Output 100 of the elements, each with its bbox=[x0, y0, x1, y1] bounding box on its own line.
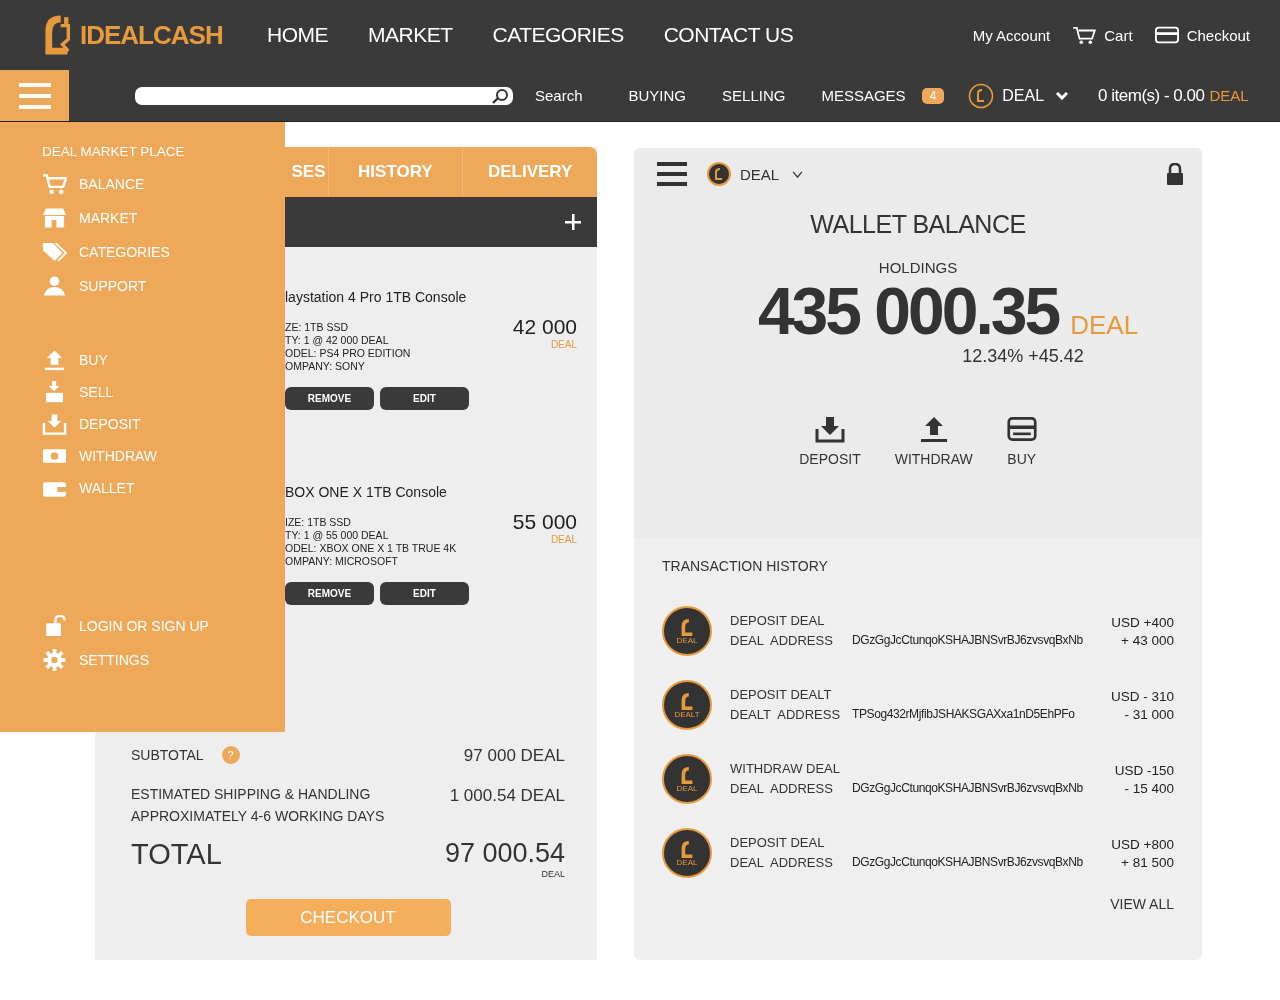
tag-icon bbox=[42, 241, 67, 263]
deal-amount: + 81 500 bbox=[1121, 854, 1174, 870]
subtotal-label: SUBTOTAL bbox=[131, 747, 204, 763]
wallet-address: TPSog432rMjfibJSHAKSGAXxa1nD5EhPFo bbox=[852, 707, 1075, 721]
transaction-type: DEPOSIT DEAL bbox=[730, 613, 826, 629]
message-count-badge: 4 bbox=[921, 87, 945, 104]
side-menu-title: DEAL MARKET PLACE bbox=[42, 144, 186, 159]
product-price: 42 000 bbox=[512, 315, 577, 339]
search-field[interactable] bbox=[135, 86, 513, 105]
usd-amount: USD +400 bbox=[1111, 614, 1174, 630]
download-icon bbox=[42, 413, 67, 435]
usd-amount: USD -150 bbox=[1114, 762, 1174, 778]
store-icon bbox=[42, 207, 67, 229]
cart-icon bbox=[42, 173, 67, 195]
coin-icon bbox=[968, 82, 995, 109]
balance-change: 12.34% +45.42 bbox=[962, 346, 1084, 367]
usd-amount: USD - 310 bbox=[1110, 688, 1174, 704]
coin-logo: DEALT bbox=[662, 680, 712, 730]
deal-amount: + 43 000 bbox=[1121, 632, 1174, 648]
wallet-address: DGzGgJcCtunqoKSHAJBNSvrBJ6zvsvqBxNb bbox=[852, 633, 1083, 647]
credit-card-icon bbox=[1154, 26, 1179, 44]
shipping-label: ESTIMATED SHIPPING & HANDLING bbox=[131, 786, 372, 802]
account-link[interactable]: My Account bbox=[972, 26, 1051, 44]
product-detail: ZE: 1TB SSD bbox=[285, 321, 349, 334]
plus-icon[interactable] bbox=[565, 214, 581, 230]
chevron-down-icon bbox=[792, 170, 804, 178]
wallet-title: WALLET BALANCE bbox=[810, 210, 1026, 239]
address-label: DEAL ADDRESS bbox=[730, 855, 834, 871]
credit-card-icon bbox=[1006, 415, 1037, 443]
item-action-button[interactable]: EDIT bbox=[380, 387, 469, 410]
address-label: DEALT ADDRESS bbox=[730, 707, 842, 723]
account-link[interactable]: Checkout bbox=[1154, 26, 1250, 44]
wallet-address: DGzGgJcCtunqoKSHAJBNSvrBJ6zvsvqBxNb bbox=[852, 855, 1083, 869]
usd-amount: USD +800 bbox=[1111, 836, 1174, 852]
user-icon bbox=[42, 275, 67, 297]
address-label: DEAL ADDRESS bbox=[730, 633, 834, 649]
cart-currency: DEAL bbox=[1209, 86, 1249, 104]
item-action-button[interactable]: REMOVE bbox=[285, 387, 374, 410]
product-detail: TY: 1 @ 42 000 DEAL bbox=[285, 334, 390, 347]
menu-icon bbox=[18, 82, 51, 109]
deal-amount: - 15 400 bbox=[1124, 780, 1174, 796]
product-detail: ODEL: PS4 PRO EDITION bbox=[285, 347, 411, 360]
address-label: DEAL ADDRESS bbox=[730, 781, 834, 797]
coin-logo: DEAL bbox=[662, 754, 712, 804]
balance-currency: DEAL bbox=[1070, 310, 1139, 341]
product-title: laystation 4 Pro 1TB Console bbox=[285, 289, 468, 305]
account-link[interactable]: Cart bbox=[1072, 26, 1133, 44]
deal-amount: - 31 000 bbox=[1124, 706, 1174, 722]
transaction-type: DEPOSIT DEALT bbox=[730, 687, 833, 703]
product-title: BOX ONE X 1TB Console bbox=[285, 484, 448, 500]
logo-text[interactable]: IDEALCASH bbox=[80, 19, 223, 51]
coin-icon bbox=[707, 162, 731, 186]
view-all-link[interactable]: VIEW ALL bbox=[1110, 896, 1174, 912]
nav-link[interactable]: MESSAGES bbox=[821, 87, 906, 104]
nav-link[interactable]: HOME bbox=[267, 23, 328, 47]
search-icon bbox=[491, 87, 509, 104]
settings-icon bbox=[42, 649, 67, 671]
shipping-note: APPROXIMATELY 4-6 WORKING DAYS bbox=[131, 808, 385, 824]
nav-link[interactable]: SELLING bbox=[722, 87, 786, 104]
product-price: 55 000 bbox=[512, 510, 577, 534]
product-detail: ODEL: XBOX ONE X 1 TB TRUE 4K bbox=[285, 542, 457, 555]
product-detail: OMPANY: SONY bbox=[285, 360, 366, 373]
total-value: 97 000.54 bbox=[444, 838, 565, 869]
price-currency: DEAL bbox=[550, 339, 577, 350]
total-label: TOTAL bbox=[131, 838, 222, 871]
balance-amount: 435 000.35 bbox=[757, 276, 1059, 346]
lock-icon[interactable] bbox=[1166, 163, 1184, 185]
transaction-type: WITHDRAW DEAL bbox=[730, 761, 842, 777]
menu-icon[interactable] bbox=[657, 162, 687, 186]
nav-link[interactable]: CONTACT US bbox=[663, 23, 794, 47]
upload-icon bbox=[42, 349, 67, 371]
product-detail: IZE: 1TB SSD bbox=[285, 516, 352, 529]
subtotal-value: 97 000 DEAL bbox=[463, 746, 565, 766]
product-detail: OMPANY: MICROSOFT bbox=[285, 555, 399, 568]
search-button[interactable]: Search bbox=[535, 87, 583, 104]
cart-icon bbox=[1072, 26, 1097, 44]
chevron-down-icon bbox=[1056, 91, 1069, 100]
price-currency: DEAL bbox=[550, 534, 577, 545]
nav-link[interactable]: CATEGORIES bbox=[492, 23, 624, 47]
cart-summary[interactable]: 0 item(s) - 0.00 bbox=[1098, 85, 1205, 106]
item-action-button[interactable]: EDIT bbox=[380, 582, 469, 605]
wallet-action-button[interactable]: BUY bbox=[1006, 415, 1037, 467]
history-title: TRANSACTION HISTORY bbox=[662, 558, 829, 574]
currency-dropdown[interactable]: DEAL bbox=[707, 162, 804, 186]
product-detail: TY: 1 @ 55 000 DEAL bbox=[285, 529, 390, 542]
shipping-value: 1 000.54 DEAL bbox=[449, 786, 565, 806]
upload-icon bbox=[918, 415, 949, 443]
nav-link[interactable]: MARKET bbox=[368, 23, 453, 47]
wallet-action-button[interactable]: WITHDRAW bbox=[894, 415, 973, 467]
download-icon bbox=[815, 415, 845, 443]
nav-link[interactable]: BUYING bbox=[628, 87, 687, 104]
coin-logo: DEAL bbox=[662, 828, 712, 878]
currency-dropdown[interactable]: DEAL bbox=[968, 82, 1069, 109]
wallet-action-button[interactable]: DEPOSIT bbox=[799, 415, 861, 467]
holdings-label: HOLDINGS bbox=[878, 259, 958, 276]
item-action-button[interactable]: REMOVE bbox=[285, 582, 374, 605]
total-currency: DEAL bbox=[541, 869, 565, 879]
transaction-type: DEPOSIT DEAL bbox=[730, 835, 826, 851]
coin-logo: DEAL bbox=[662, 606, 712, 656]
wallet-address: DGzGgJcCtunqoKSHAJBNSvrBJ6zvsvqBxNb bbox=[852, 781, 1083, 795]
